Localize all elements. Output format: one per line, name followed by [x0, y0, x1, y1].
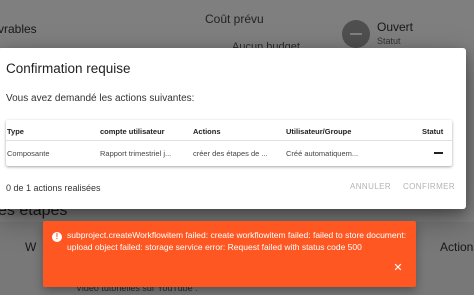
- status-dash-icon: [434, 152, 443, 154]
- table-cell-type: Composante: [7, 149, 50, 158]
- table-header-type: Type: [7, 127, 24, 136]
- error-icon: [52, 231, 62, 243]
- cancel-button[interactable]: ANNULER: [348, 179, 393, 195]
- table-divider: [6, 140, 452, 141]
- error-message: subproject.createWorkflowitem failed: cr…: [67, 230, 407, 252]
- table-header-actions: Actions: [193, 127, 221, 136]
- close-icon[interactable]: ✕: [392, 262, 404, 274]
- table-cell-account: Rapport trimestriel j...: [100, 149, 172, 158]
- error-snackbar: subproject.createWorkflowitem failed: cr…: [43, 221, 416, 287]
- confirmation-dialog: Confirmation requise Vous avez demandé l…: [0, 48, 466, 209]
- table-header-user-group: Utilisateur/Groupe: [286, 127, 352, 136]
- dialog-intro-text: Vous avez demandé les actions suivantes:: [6, 93, 195, 104]
- table-cell-user-group: Créé automatiquem...: [286, 149, 359, 158]
- confirm-button[interactable]: CONFIRMER: [401, 179, 457, 195]
- table-header-account: compte utilisateur: [100, 127, 165, 136]
- progress-text: 0 de 1 actions realisées: [6, 183, 101, 193]
- table-header-status: Statut: [422, 127, 444, 136]
- dialog-title: Confirmation requise: [6, 61, 131, 76]
- table-cell-actions: créer des étapes de ...: [193, 149, 268, 158]
- actions-table: Type compte utilisateur Actions Utilisat…: [6, 120, 452, 166]
